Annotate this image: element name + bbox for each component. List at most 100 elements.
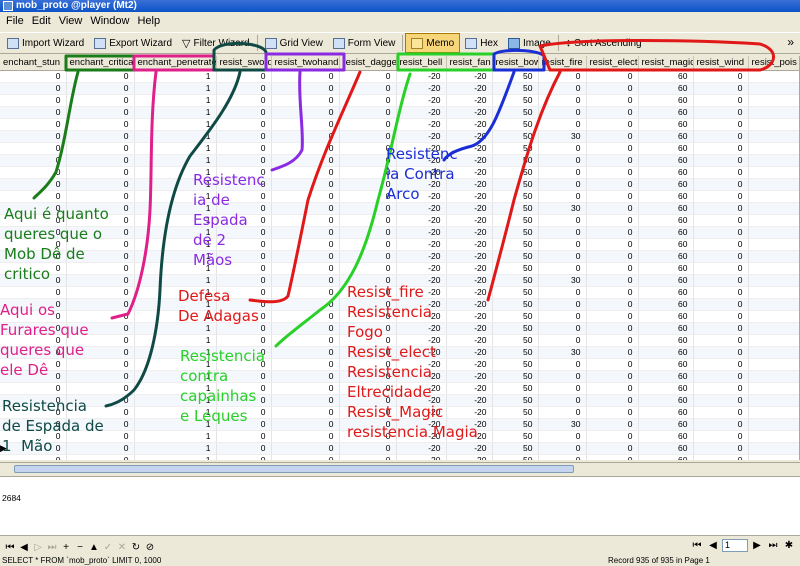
table-cell[interactable]: 0	[271, 370, 340, 383]
table-cell[interactable]: 0	[538, 142, 587, 155]
table-cell[interactable]: -20	[446, 262, 493, 275]
table-cell[interactable]: -20	[396, 382, 447, 395]
table-cell[interactable]: 0	[586, 82, 639, 95]
table-cell[interactable]: 1	[134, 130, 217, 143]
table-cell[interactable]: 0	[216, 298, 272, 311]
table-cell[interactable]: -20	[446, 298, 493, 311]
table-cell[interactable]: -20	[446, 250, 493, 263]
table-cell[interactable]: 60	[638, 70, 694, 83]
table-cell[interactable]: 0	[339, 430, 397, 443]
table-cell[interactable]: 0	[0, 334, 67, 347]
table-cell[interactable]: 50	[492, 154, 539, 167]
column-header-resist-magic[interactable]: resist_magic	[638, 56, 694, 71]
table-cell[interactable]: 0	[66, 238, 135, 251]
table-cell[interactable]: -20	[446, 94, 493, 107]
table-cell[interactable]: -20	[396, 142, 447, 155]
table-cell[interactable]: 0	[693, 406, 749, 419]
table-cell[interactable]: 0	[66, 214, 135, 227]
table-cell[interactable]: 0	[339, 406, 397, 419]
table-cell[interactable]: 60	[638, 262, 694, 275]
table-cell[interactable]: 1	[134, 70, 217, 83]
table-cell[interactable]: -20	[446, 418, 493, 431]
table-cell[interactable]: 0	[66, 334, 135, 347]
table-cell[interactable]: 0	[339, 394, 397, 407]
table-cell[interactable]: 0	[271, 310, 340, 323]
table-cell[interactable]: -20	[446, 442, 493, 455]
table-row[interactable]: 0 0 1 0 0 0 -20 -20 50 0 0 60 0	[0, 322, 799, 335]
table-cell[interactable]: 0	[538, 310, 587, 323]
table-cell[interactable]: 0	[0, 322, 67, 335]
table-cell[interactable]: 0	[339, 214, 397, 227]
sort-ascending-button[interactable]: ↕ Sort Ascending	[561, 33, 647, 53]
table-cell[interactable]	[748, 154, 799, 167]
table-cell[interactable]: 0	[0, 238, 67, 251]
table-cell[interactable]: 0	[538, 262, 587, 275]
table-cell[interactable]: -20	[396, 262, 447, 275]
table-cell[interactable]: 0	[216, 118, 272, 131]
form-view-button[interactable]: Form View	[328, 33, 401, 53]
table-row[interactable]: 0 0 1 0 0 0 -20 -20 50 0 0 60 0	[0, 298, 799, 311]
table-cell[interactable]: 0	[66, 418, 135, 431]
table-cell[interactable]: 50	[492, 70, 539, 83]
table-cell[interactable]: 0	[586, 118, 639, 131]
table-cell[interactable]: 0	[538, 430, 587, 443]
table-cell[interactable]: 50	[492, 226, 539, 239]
table-cell[interactable]: 60	[638, 106, 694, 119]
table-row[interactable]: 0 0 1 0 0 0 -20 -20 50 0 0 60 0	[0, 82, 799, 95]
table-cell[interactable]: -20	[396, 334, 447, 347]
stop-icon[interactable]: ⊘	[143, 542, 157, 553]
table-cell[interactable]: 50	[492, 178, 539, 191]
table-cell[interactable]: 0	[216, 286, 272, 299]
table-cell[interactable]	[748, 70, 799, 83]
table-cell[interactable]	[748, 190, 799, 203]
table-cell[interactable]: 60	[638, 406, 694, 419]
table-cell[interactable]: 50	[492, 250, 539, 263]
table-cell[interactable]: 0	[693, 70, 749, 83]
table-cell[interactable]: 0	[693, 238, 749, 251]
table-cell[interactable]: 1	[134, 190, 217, 203]
table-cell[interactable]: -20	[446, 70, 493, 83]
table-cell[interactable]: 0	[586, 94, 639, 107]
column-header-enchant-critical[interactable]: enchant_critical	[66, 56, 135, 71]
table-row[interactable]: 0 0 1 0 0 0 -20 -20 50 0 0 60 0	[0, 382, 799, 395]
table-cell[interactable]: 0	[538, 286, 587, 299]
table-cell[interactable]: 0	[216, 70, 272, 83]
table-cell[interactable]: 30	[538, 202, 587, 215]
table-cell[interactable]: 0	[271, 154, 340, 167]
table-cell[interactable]	[748, 202, 799, 215]
table-cell[interactable]: 0	[271, 298, 340, 311]
table-cell[interactable]	[748, 382, 799, 395]
table-cell[interactable]: 0	[66, 394, 135, 407]
table-cell[interactable]	[748, 322, 799, 335]
table-cell[interactable]: 0	[339, 250, 397, 263]
table-cell[interactable]: 0	[271, 406, 340, 419]
table-cell[interactable]: -20	[446, 454, 493, 460]
table-cell[interactable]: 0	[216, 382, 272, 395]
image-button[interactable]: Image	[503, 33, 556, 53]
table-cell[interactable]: 0	[271, 442, 340, 455]
table-cell[interactable]: 0	[0, 226, 67, 239]
menu-help[interactable]: Help	[133, 15, 164, 27]
column-header-resist-elect[interactable]: resist_elect	[586, 56, 639, 71]
table-cell[interactable]: 0	[216, 274, 272, 287]
table-cell[interactable]: -20	[446, 334, 493, 347]
table-cell[interactable]	[748, 250, 799, 263]
table-cell[interactable]: 0	[216, 94, 272, 107]
table-cell[interactable]: 0	[66, 118, 135, 131]
table-cell[interactable]: 1	[134, 394, 217, 407]
table-cell[interactable]: 0	[586, 394, 639, 407]
table-cell[interactable]: -20	[446, 370, 493, 383]
table-cell[interactable]: 0	[693, 334, 749, 347]
table-cell[interactable]: 60	[638, 346, 694, 359]
next-page-icon[interactable]: ▶	[750, 540, 764, 551]
table-cell[interactable]: 0	[693, 262, 749, 275]
table-cell[interactable]: -20	[446, 142, 493, 155]
table-cell[interactable]: -20	[446, 130, 493, 143]
table-cell[interactable]: 0	[0, 82, 67, 95]
table-cell[interactable]: 0	[693, 418, 749, 431]
table-cell[interactable]: 50	[492, 262, 539, 275]
table-cell[interactable]: -20	[396, 370, 447, 383]
table-cell[interactable]: 1	[134, 382, 217, 395]
table-cell[interactable]: -20	[446, 358, 493, 371]
table-cell[interactable]: 0	[66, 250, 135, 263]
